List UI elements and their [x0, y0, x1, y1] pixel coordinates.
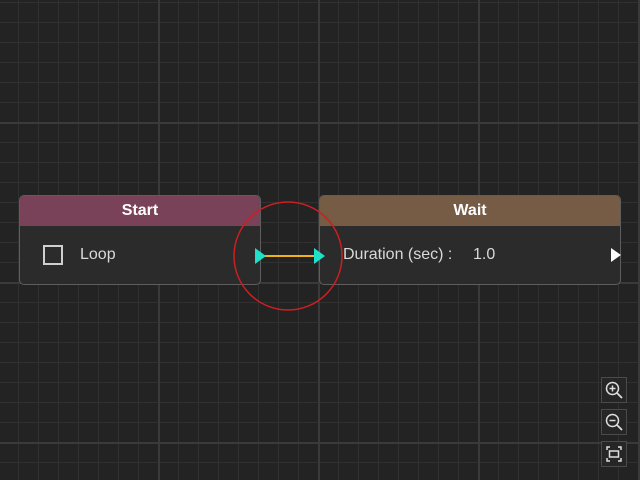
- zoom-in-button[interactable]: [601, 377, 627, 403]
- loop-label: Loop: [80, 246, 116, 263]
- fit-view-icon: [606, 446, 622, 462]
- start-node-title: Start: [121, 202, 159, 219]
- start-node-header[interactable]: Start: [20, 196, 260, 226]
- duration-label: Duration (sec) :: [343, 246, 453, 263]
- fit-view-button[interactable]: [601, 441, 627, 467]
- zoom-in-icon: [605, 381, 623, 399]
- zoom-out-icon: [605, 413, 623, 431]
- loop-checkbox[interactable]: [43, 245, 63, 265]
- start-node[interactable]: Start Loop: [19, 195, 261, 285]
- zoom-out-button[interactable]: [601, 409, 627, 435]
- start-node-body: Loop: [20, 226, 260, 284]
- wait-node-header[interactable]: Wait: [320, 196, 620, 226]
- wait-node-body: Duration (sec) : 1.0: [320, 226, 621, 284]
- wait-output-port-icon[interactable]: [611, 248, 621, 262]
- wait-node-title: Wait: [453, 202, 487, 219]
- wait-node[interactable]: Wait Duration (sec) : 1.0: [319, 195, 621, 285]
- graph-canvas[interactable]: Start Loop Wait Duration (sec) : 1.0: [0, 0, 640, 480]
- duration-value-field[interactable]: 1.0: [473, 245, 495, 265]
